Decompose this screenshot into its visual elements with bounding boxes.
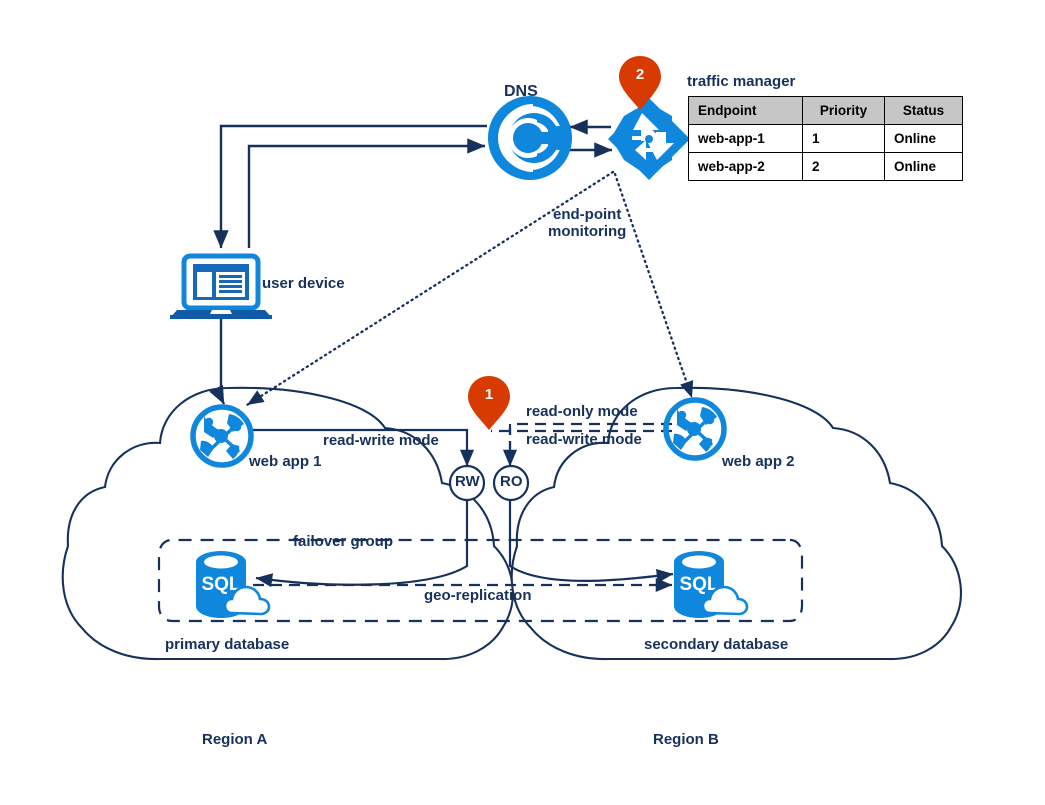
callout-pin-1-number: 1 — [484, 386, 494, 403]
ro-listener-label: RO — [500, 473, 523, 490]
region-a-cloud — [61, 386, 514, 661]
read-write-mode-label-right: read-write mode — [526, 431, 642, 448]
column-header-endpoint: Endpoint — [688, 96, 803, 125]
edge-dns-to-user-device — [213, 124, 487, 249]
cell-priority: 2 — [802, 152, 885, 181]
cell-endpoint: web-app-1 — [688, 124, 803, 153]
status-badge: Online — [884, 152, 963, 181]
column-header-status: Status — [884, 96, 963, 125]
read-only-mode-label-right: read-only mode — [526, 403, 638, 420]
rw-listener-label: RW — [455, 473, 480, 490]
endpoint-monitoring-label-line2: monitoring — [548, 223, 627, 241]
callout-pin-2 — [619, 56, 661, 110]
web-app-1-label: web app 1 — [249, 453, 322, 470]
traffic-manager-endpoints-table: Endpoint Priority Status web-app-1 1 Onl… — [688, 96, 963, 181]
callout-pin-1 — [468, 376, 510, 430]
region-a-label: Region A — [202, 731, 268, 748]
endpoint-monitoring-label: end-point monitoring — [548, 206, 626, 241]
web-app-2-label: web app 2 — [722, 453, 795, 470]
column-header-priority: Priority — [802, 96, 885, 125]
edge-user-device-to-dns — [247, 138, 486, 248]
region-b-cloud — [510, 386, 962, 661]
region-b-label: Region B — [653, 731, 719, 748]
dns-icon-graphic — [487, 95, 573, 181]
table-row: web-app-1 1 Online — [688, 124, 963, 153]
traffic-manager-icon-graphic — [607, 97, 691, 181]
read-write-mode-label: read-write mode — [323, 432, 439, 449]
table-row: web-app-2 2 Online — [688, 152, 963, 181]
user-device-label: user device — [262, 275, 345, 292]
user-device-icon-graphic — [170, 253, 272, 319]
edge-monitoring-to-web-app-2 — [613, 172, 694, 400]
table-header-row: Endpoint Priority Status — [688, 96, 963, 125]
callout-pin-2-number: 2 — [635, 66, 645, 83]
status-badge: Online — [884, 124, 963, 153]
traffic-manager-label: traffic manager — [687, 73, 796, 90]
diagram-canvas: SQL SQL DNS traffic manager user device … — [0, 0, 1045, 805]
cell-priority: 1 — [802, 124, 885, 153]
failover-group-label: failover group — [293, 533, 394, 550]
primary-database-label: primary database — [165, 636, 290, 653]
geo-replication-label: geo-replication — [424, 587, 532, 604]
endpoint-monitoring-label-line1: end-point — [553, 206, 622, 223]
secondary-database-label: secondary database — [644, 636, 789, 653]
dns-label: DNS — [504, 83, 538, 100]
cell-endpoint: web-app-2 — [688, 152, 803, 181]
